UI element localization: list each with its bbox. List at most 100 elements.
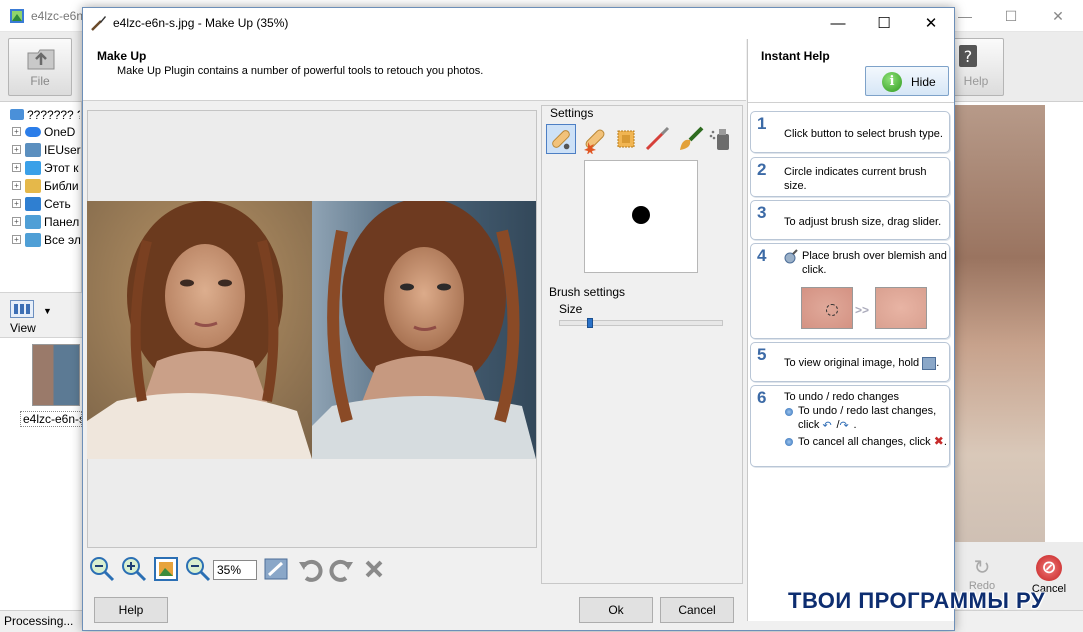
dialog-title: e4lzc-e6n-s.jpg - Make Up (35%) [113,16,289,30]
brush-circle-icon [826,304,838,316]
help-step: 2 Circle indicates current brush size. [750,157,950,197]
step-number: 4 [757,246,767,265]
tree-item[interactable]: + Панел [12,214,82,231]
tree-item[interactable]: + Сеть [12,196,82,213]
zoom-out-icon[interactable] [89,556,115,582]
view-dropdown-icon[interactable]: ▼ [43,306,52,316]
app-redo-button[interactable]: ↻ Redo [962,555,1002,592]
library-icon [25,178,41,193]
size-label: Size [559,302,583,316]
redo-icon[interactable] [329,556,355,582]
view-label[interactable]: View [10,321,36,335]
hide-help-button[interactable]: i Hide [865,66,949,96]
step-text: To undo / redo changes [784,391,899,403]
brush-size-indicator [632,206,650,224]
expand-icon[interactable]: + [12,217,21,227]
size-slider-thumb[interactable] [587,318,594,328]
brush-icon[interactable] [642,124,672,154]
bullet-text: To cancel all changes, click [798,436,931,448]
blemish-before-image [801,287,853,329]
bullet-text: To undo / redo last changes, click [798,405,937,431]
tree-item[interactable]: + Все эл [12,232,82,249]
step-text-suffix: . [936,357,940,369]
tree-item[interactable]: + OneD [12,124,82,141]
fit-to-window-icon[interactable] [153,556,179,582]
step-number: 2 [757,160,767,179]
view-original-icon [922,356,937,370]
app-maximize-button[interactable]: ☐ [988,2,1034,30]
folder-tree: ??????? ?? +OneD +IEUser +Этот к +Библи … [0,102,82,292]
help-button[interactable]: Help [94,597,168,623]
file-button-label: File [30,74,50,88]
hide-label: Hide [911,75,936,89]
folder-upload-icon [27,49,55,70]
patch-icon[interactable] [611,124,641,154]
app-help-button[interactable]: ? Help [948,38,1004,96]
thumbnail-label[interactable]: e4lzc-e6n-s [20,411,82,427]
user-icon [25,142,41,157]
control-panel-icon [25,214,41,229]
expand-icon[interactable]: + [12,163,21,173]
cancel-icon: ⊘ [1036,555,1062,581]
step-bullet: To cancel all changes, click ✖. [798,434,948,449]
instant-help-title: Instant Help [761,49,830,63]
cancel-all-icon: ✖ [933,434,944,448]
view-thumbnails-icon[interactable] [10,300,34,318]
step-text: Click button to select brush type. [784,128,943,140]
original-photo[interactable] [87,201,312,459]
header-description: Make Up Plugin contains a number of powe… [117,65,484,77]
app-help-label: Help [963,74,989,88]
cancel-all-icon[interactable] [361,556,387,582]
dialog-close-button[interactable]: ✕ [908,8,954,39]
redo-icon: ↷ [839,420,849,433]
control-panel-icon [25,232,41,247]
step-text: To view original image, hold . [784,356,939,370]
view-original-icon[interactable] [263,556,289,582]
thumbnail-image[interactable] [32,344,80,406]
file-button[interactable]: File [8,38,72,96]
tree-item[interactable]: ??????? ?? [10,107,80,124]
help-separator [748,102,954,103]
ok-button[interactable]: Ok [579,597,653,623]
pc-icon [25,160,41,175]
brush-title-icon [91,16,106,31]
header-title: Make Up [97,49,147,63]
size-slider[interactable] [559,320,723,326]
bandage-icon[interactable] [546,124,576,154]
tree-item[interactable]: + Библи [12,178,82,195]
makeup-brush-icon[interactable] [676,124,706,154]
bandage-spark-icon[interactable] [580,124,610,154]
expand-icon[interactable]: + [12,181,21,191]
expand-icon[interactable]: + [12,145,21,155]
computer-icon [10,109,24,121]
view-bar: ▼ View [0,292,82,338]
expand-icon[interactable]: + [12,199,21,209]
zoom-level-input[interactable] [213,560,257,580]
tree-item[interactable]: + Этот к [12,160,82,177]
step-number: 6 [757,388,767,407]
tree-item[interactable]: + IEUser [12,142,82,159]
help-step: 4 Place brush over blemish and click. >> [750,243,950,339]
step-text-label: To view original image, hold [784,357,920,369]
help-book-icon: ? [959,45,977,67]
step-text: To adjust brush size, drag slider. [784,216,942,228]
blemish-after-image [875,287,927,329]
spray-icon[interactable] [707,124,737,154]
zoom-actual-icon[interactable] [185,556,211,582]
bullet-icon [785,408,793,416]
dialog-maximize-button[interactable]: ☐ [861,8,907,39]
watermark: ТВОИ ПРОГРАММЫ РУ [788,588,1046,613]
step-bullet: To undo / redo last changes, click ↶/↷. [798,404,948,432]
retouched-photo[interactable] [312,201,536,459]
step-text: Place brush over blemish and click. [802,250,947,276]
network-icon [25,196,41,211]
app-close-button[interactable]: ✕ [1035,2,1081,30]
zoom-in-icon[interactable] [121,556,147,582]
cancel-button[interactable]: Cancel [660,597,734,623]
expand-icon[interactable]: + [12,235,21,245]
background-photo [955,105,1045,542]
expand-icon[interactable]: + [12,127,21,137]
dialog-minimize-button[interactable]: — [815,8,861,39]
help-step: 6 To undo / redo changes To undo / redo … [750,385,950,467]
undo-icon[interactable] [297,556,323,582]
